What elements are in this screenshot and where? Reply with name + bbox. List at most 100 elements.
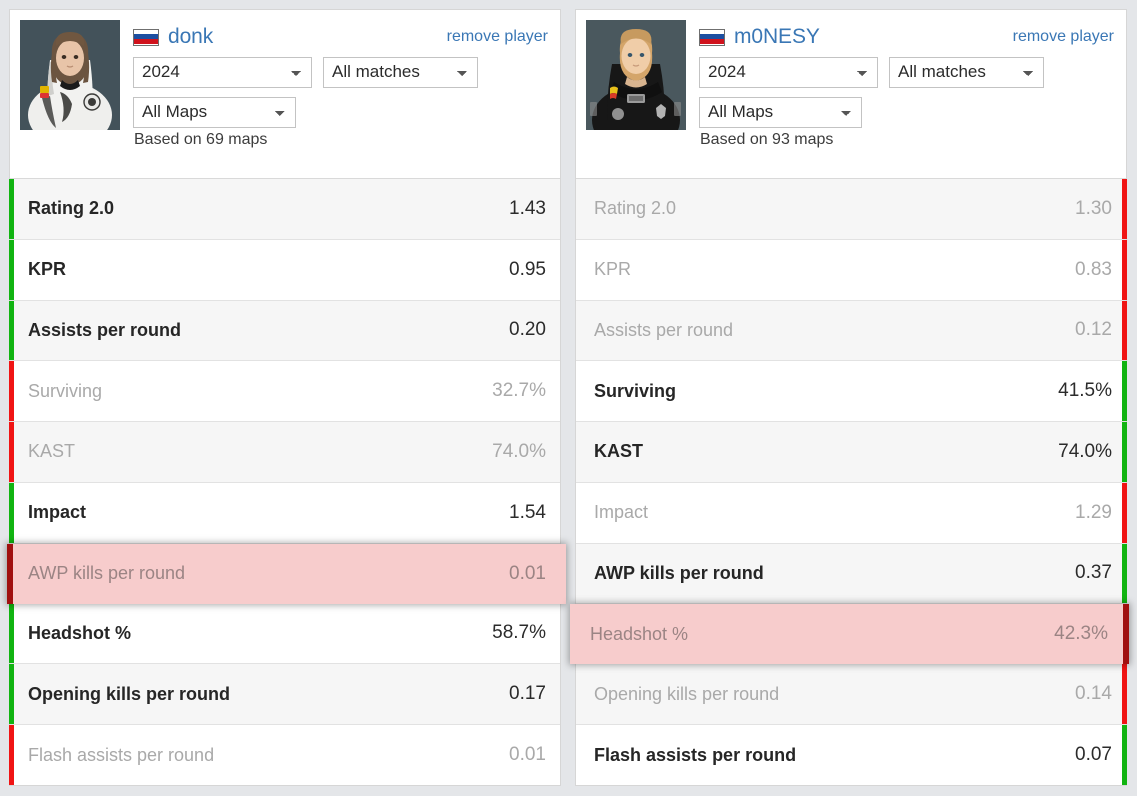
better-indicator-bar [1122,361,1127,421]
stat-value: 0.12 [1075,319,1112,341]
stat-label: Opening kills per round [594,683,780,704]
stat-row[interactable]: Assists per round 0.20 [9,300,560,362]
better-indicator-bar [1122,422,1127,482]
player-name-row-left: donk remove player [133,20,550,54]
player-name-link[interactable]: m0NESY [734,25,820,49]
stat-value: 58.7% [492,622,546,644]
stat-value: 0.37 [1075,562,1112,584]
worse-indicator-bar [1122,239,1127,300]
player-header-left: donk remove player 2024 All matches All … [10,10,560,178]
stat-row[interactable]: AWP kills per round 0.01 [7,543,566,604]
better-indicator-bar [9,239,14,300]
matches-select[interactable]: All matches [889,57,1044,88]
stat-value: 1.30 [1075,197,1112,219]
stat-label: Surviving [594,380,677,401]
maps-select[interactable]: All Maps [699,97,862,128]
stat-label: KPR [28,259,67,280]
stat-label: Assists per round [28,319,182,340]
better-indicator-bar [1122,543,1127,604]
better-indicator-bar [9,179,14,239]
player-name-row-right: m0NESY remove player [699,20,1116,54]
better-indicator-bar [9,664,14,724]
remove-player-link[interactable]: remove player [1013,28,1116,46]
stats-list-right: Rating 2.0 1.30 KPR 0.83 Assists per round 0.… [570,178,1129,785]
stat-value: 1.43 [509,197,546,219]
matches-select[interactable]: All matches [323,57,478,88]
stat-value: 74.0% [1058,440,1112,462]
worse-indicator-bar [9,361,14,421]
stat-row[interactable]: Surviving 41.5% [576,361,1127,422]
stat-row[interactable]: Surviving 32.7% [9,361,560,422]
better-indicator-bar [9,300,14,361]
worse-indicator-bar [7,543,13,604]
stat-label: Opening kills per round [28,683,231,704]
worse-indicator-bar [9,725,14,785]
stat-label: Flash assists per round [594,744,797,765]
better-indicator-bar [1122,725,1127,785]
stat-row[interactable]: Flash assists per round 0.01 [9,725,560,785]
stat-row[interactable]: KAST 74.0% [9,422,560,483]
stat-value: 1.29 [1075,501,1112,523]
stat-row[interactable]: KPR 0.83 [576,239,1127,301]
stat-row[interactable]: AWP kills per round 0.37 [576,543,1127,605]
stat-row[interactable]: Flash assists per round 0.07 [576,725,1127,785]
stat-row[interactable]: Opening kills per round 0.17 [9,664,560,725]
better-indicator-bar [9,482,14,543]
stat-value: 74.0% [492,440,546,462]
worse-indicator-bar [1122,300,1127,361]
player-photo-m0nesy [586,20,686,130]
worse-indicator-bar [1123,604,1129,665]
maps-select[interactable]: All Maps [133,97,296,128]
year-select[interactable]: 2024 [133,57,312,88]
stat-label: Headshot % [590,623,689,644]
worse-indicator-bar [1122,179,1127,239]
russia-flag-icon [133,28,159,46]
stat-row[interactable]: Headshot % 42.3% [570,604,1129,665]
based-on-maps-text: Based on 69 maps [134,131,268,148]
stat-row[interactable]: Impact 1.54 [9,482,560,544]
stat-value: 0.01 [509,744,546,765]
stat-value: 0.17 [509,683,546,705]
player-card-right: m0NESY remove player 2024 All matches Al… [570,9,1129,786]
stat-label: AWP kills per round [28,563,186,583]
stat-value: 1.54 [509,501,546,523]
stat-label: KAST [594,441,643,462]
worse-indicator-bar [1122,482,1127,543]
player-info-left: donk remove player 2024 All matches All … [120,20,550,170]
worse-indicator-bar [1122,664,1127,724]
stat-row[interactable]: Headshot % 58.7% [9,603,560,665]
stat-label: AWP kills per round [594,562,764,583]
better-indicator-bar [9,603,14,664]
maps-filter-row-left: All Maps [133,97,550,128]
player-name-link[interactable]: donk [168,25,213,49]
stat-row[interactable]: Impact 1.29 [576,482,1127,544]
stat-label: Flash assists per round [28,744,215,765]
filters-row-right: 2024 All matches [699,57,1116,88]
stat-label: Impact [28,502,87,523]
stat-row[interactable]: Rating 2.0 1.30 [576,179,1127,240]
stat-row[interactable]: KPR 0.95 [9,239,560,301]
stat-row[interactable]: KAST 74.0% [576,422,1127,483]
stat-label: Rating 2.0 [594,198,677,219]
filters-row-left: 2024 All matches [133,57,550,88]
stat-value: 0.14 [1075,683,1112,705]
stat-label: Impact [594,502,649,523]
stats-list-left: Rating 2.0 1.43 KPR 0.95 Assists per round 0.… [7,178,566,785]
stat-label: Rating 2.0 [28,198,115,219]
based-on-maps-text: Based on 93 maps [700,131,834,148]
stat-label: Assists per round [594,319,734,340]
stat-row[interactable]: Opening kills per round 0.14 [576,664,1127,725]
year-select[interactable]: 2024 [699,57,878,88]
worse-indicator-bar [9,422,14,482]
stat-value: 32.7% [492,380,546,402]
player-comparison-container: donk remove player 2024 All matches All … [0,0,1137,796]
stat-row[interactable]: Assists per round 0.12 [576,300,1127,362]
stat-row[interactable]: Rating 2.0 1.43 [9,179,560,240]
stat-label: Headshot % [28,622,132,643]
stat-value: 0.20 [509,319,546,341]
remove-player-link[interactable]: remove player [447,28,550,46]
player-photo-donk [20,20,120,130]
stat-value: 42.3% [1054,623,1108,645]
stat-value: 41.5% [1058,380,1112,402]
player-card-left: donk remove player 2024 All matches All … [7,9,566,786]
